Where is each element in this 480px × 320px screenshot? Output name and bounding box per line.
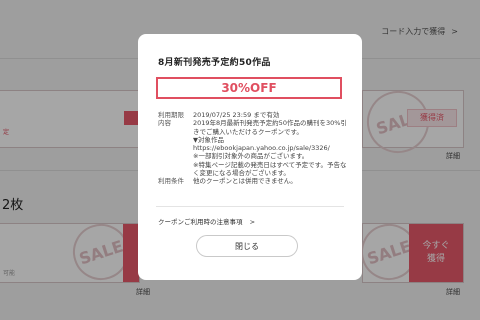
chevron-right-icon: > (249, 218, 256, 226)
schedule-note: ※特集ページ記載の発売日はすべて予定です。予告なく変更になる場合がございます。 (193, 160, 347, 178)
exclusion-note: ※一部割引対象外の商品がございます。 (193, 152, 309, 161)
info-value: 2019年8月最新刊発売予定約50作品の購刊を30%引きでご購入いただけるクーポ… (193, 119, 348, 177)
info-value: 他のクーポンとは併用できません。 (193, 177, 348, 185)
conditions-text: 他のクーポンとは併用できません。 (193, 177, 297, 186)
info-label: 利用条件 (158, 177, 184, 186)
coupon-detail-modal: 8月新刊発売予定約50作品 30%OFF 利用期限 2019/07/25 23:… (138, 34, 362, 280)
target-heading: ▼対象作品 (193, 135, 224, 144)
usage-notes-label: クーポンご利用時の注意事項 (158, 218, 243, 226)
close-button[interactable]: 閉じる (196, 235, 298, 257)
coupon-info: 利用期限 2019/07/25 23:59 まで有効 内容 2019年8月最新刊… (158, 111, 348, 186)
info-row-content: 内容 2019年8月最新刊発売予定約50作品の購刊を30%引きでご購入いただける… (158, 119, 348, 177)
usage-notes-link[interactable]: クーポンご利用時の注意事項 > (158, 216, 255, 226)
info-row-conditions: 利用条件 他のクーポンとは併用できません。 (158, 177, 348, 185)
info-label: 内容 (158, 119, 171, 128)
modal-title: 8月新刊発売予定約50作品 (158, 58, 271, 68)
divider (156, 206, 344, 207)
discount-badge: 30%OFF (156, 77, 342, 99)
content-text: 2019年8月最新刊発売予定約50作品の購刊を30%引きでご購入いただけるクーポ… (193, 119, 347, 136)
